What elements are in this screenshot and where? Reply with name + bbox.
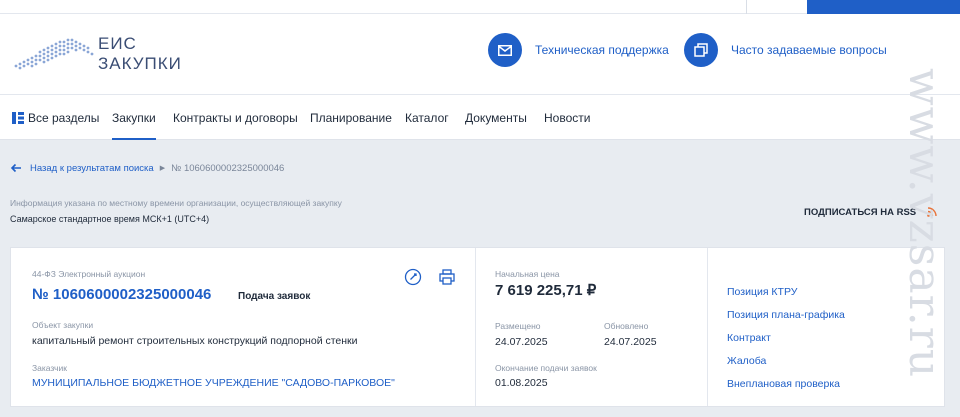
russia-map-icon: [14, 38, 94, 70]
nav-purchases[interactable]: Закупки: [112, 95, 156, 140]
column-divider: [707, 248, 708, 406]
sections-grid-icon: [12, 111, 24, 124]
customer-label: Заказчик: [32, 363, 67, 373]
complaint-link[interactable]: Жалоба: [727, 355, 766, 367]
nav-all-sections[interactable]: Все разделы: [12, 95, 99, 140]
object-label: Объект закупки: [32, 320, 94, 330]
procurement-type: 44-ФЗ Электронный аукцион: [32, 269, 146, 279]
top-strip-divider: [746, 0, 747, 14]
ktru-position-link[interactable]: Позиция КТРУ: [727, 286, 797, 298]
price-label: Начальная цена: [495, 269, 560, 279]
nav-documents[interactable]: Документы: [465, 95, 527, 140]
support-link-label: Техническая поддержка: [535, 43, 669, 57]
published-value: 24.07.2025: [495, 336, 548, 348]
logo-line-2: ЗАКУПКИ: [98, 54, 182, 73]
arrow-left-icon[interactable]: [10, 163, 22, 173]
updated-label: Обновлено: [604, 321, 649, 331]
column-divider: [475, 248, 476, 406]
copy-icon: [684, 33, 718, 67]
top-strip-login-area[interactable]: [807, 0, 960, 14]
deadline-label: Окончание подачи заявок: [495, 363, 597, 373]
mail-icon: [488, 33, 522, 67]
plan-schedule-position-link[interactable]: Позиция плана-графика: [727, 309, 845, 321]
timezone-info: Информация указана по местному времени о…: [10, 198, 342, 208]
faq-link-label: Часто задаваемые вопросы: [731, 43, 887, 57]
eis-logo[interactable]: ЕИС ЗАКУПКИ: [10, 32, 190, 76]
unscheduled-inspection-link[interactable]: Внеплановая проверка: [727, 378, 840, 390]
watermark: www.vzsar.ru: [905, 68, 960, 417]
nav-planning[interactable]: Планирование: [310, 95, 392, 140]
procurement-stage: Подача заявок: [238, 291, 311, 302]
rss-subscribe-link[interactable]: ПОДПИСАТЬСЯ НА RSS: [804, 207, 916, 218]
nav-all-sections-label: Все разделы: [28, 110, 100, 125]
price-value: 7 619 225,71 ₽: [495, 282, 597, 299]
document-icon[interactable]: [404, 268, 422, 286]
nav-news[interactable]: Новости: [544, 95, 590, 140]
breadcrumb: Назад к результатам поиска ▶ № 106060000…: [10, 160, 284, 176]
top-strip: [0, 0, 960, 14]
procurement-card: 44-ФЗ Электронный аукцион № 106060000232…: [10, 247, 945, 407]
published-label: Размещено: [495, 321, 541, 331]
updated-value: 24.07.2025: [604, 336, 657, 348]
print-icon[interactable]: [438, 268, 456, 286]
procurement-number-link[interactable]: № 1060600002325000046: [32, 286, 211, 303]
timezone-value: Самарское стандартное время МСК+1 (UTC+4…: [10, 214, 210, 224]
site-header: ЕИС ЗАКУПКИ Техническая поддержка Часто …: [0, 14, 960, 94]
logo-text: ЕИС ЗАКУПКИ: [98, 34, 182, 74]
deadline-value: 01.08.2025: [495, 377, 548, 389]
breadcrumb-separator-icon: ▶: [159, 165, 166, 172]
nav-contracts[interactable]: Контракты и договоры: [173, 95, 298, 140]
customer-link[interactable]: МУНИЦИПАЛЬНОЕ БЮДЖЕТНОЕ УЧРЕЖДЕНИЕ "САДО…: [32, 377, 395, 389]
faq-link[interactable]: Часто задаваемые вопросы: [684, 32, 887, 68]
object-value: капитальный ремонт строительных конструк…: [32, 335, 358, 347]
main-nav: Все разделы Закупки Контракты и договоры…: [0, 94, 960, 140]
back-to-results-link[interactable]: Назад к результатам поиска: [30, 163, 154, 174]
watermark-text: www.vzsar.ru: [905, 68, 950, 379]
contract-link[interactable]: Контракт: [727, 332, 771, 344]
support-link[interactable]: Техническая поддержка: [488, 32, 669, 68]
logo-line-1: ЕИС: [98, 34, 137, 53]
breadcrumb-current: № 1060600002325000046: [171, 162, 285, 174]
nav-catalog[interactable]: Каталог: [405, 95, 449, 140]
